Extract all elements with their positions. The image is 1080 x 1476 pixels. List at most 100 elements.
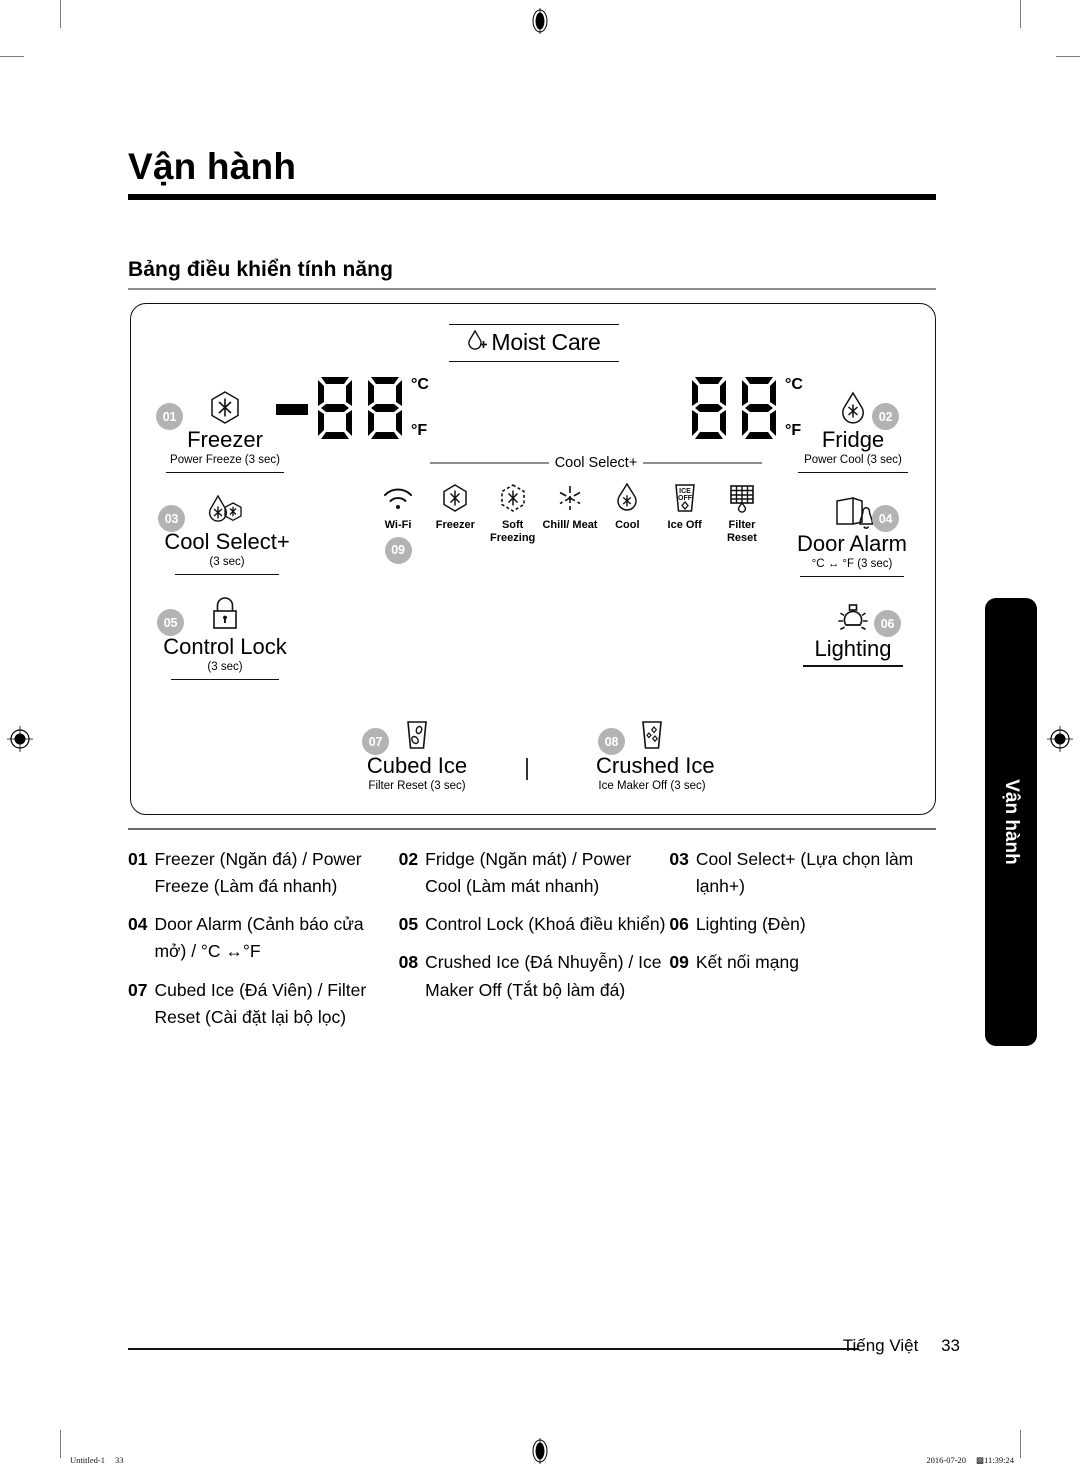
strip-rule-left — [430, 462, 549, 464]
legend-item: 09 Kết nối mạng — [669, 949, 940, 976]
cool-select-item-label: Cool — [615, 519, 640, 531]
button-underline — [800, 575, 904, 578]
seven-segment-digit — [318, 377, 352, 439]
legend-number: 09 — [669, 952, 689, 973]
slug-page: 33 — [114, 1455, 124, 1465]
legend-item: 07 Cubed Ice (Đá Viên) / Filter Reset (C… — [128, 977, 399, 1031]
panel-button-control-lock[interactable]: Control Lock (3 sec) — [162, 593, 288, 681]
panel-button-sublabel: Power Cool (3 sec) — [804, 454, 902, 467]
cool-select-item-label: Filter Reset — [726, 519, 757, 544]
legend-divider — [128, 828, 936, 830]
freezer-temperature-display: °C °F — [276, 375, 429, 441]
panel-button-sublabel: Ice Maker Off (3 sec) — [598, 780, 706, 793]
legend-text: Kết nối mạng — [695, 952, 799, 973]
moist-care-label: Moist Care — [491, 329, 601, 355]
legend-number: 02 — [398, 849, 419, 869]
legend-text: Lighting (Đèn) — [695, 914, 806, 935]
legend-list: 01 Freezer (Ngăn đá) / Power Freeze (Làm… — [128, 846, 940, 1042]
legend-item: 03 Cool Select+ (Lựa chọn làm lạnh+) — [669, 846, 940, 900]
legend-column-2: 02 Fridge (Ngăn mát) / Power Cool (Làm m… — [399, 846, 670, 1042]
title-divider — [128, 193, 936, 200]
cool-select-item-chill-meat[interactable]: Chill/ Meat — [542, 480, 598, 532]
snowflake-hexagon-icon — [427, 480, 483, 516]
section-heading: Bảng điều khiển tính năng — [128, 258, 393, 281]
footer: Tiếng Việt 33 — [843, 1336, 960, 1356]
celsius-label: °C — [411, 376, 429, 393]
badge-03: 03 — [158, 505, 185, 532]
panel-button-label: Cubed Ice — [366, 753, 468, 778]
chapter-side-tab: Vận hành — [985, 598, 1037, 1046]
print-slug-left: Untitled-1 33 — [70, 1455, 123, 1465]
legend-number: 04 — [128, 914, 148, 935]
slug-date: 2016-07-20 — [926, 1455, 967, 1465]
registration-mark-top — [527, 8, 553, 34]
droplet-plus-icon — [467, 328, 489, 357]
button-underline — [798, 471, 908, 474]
legend-number: 05 — [398, 914, 419, 935]
filter-reset-icon — [714, 480, 770, 516]
fridge-temperature-display: °C °F — [687, 375, 803, 441]
badge-07: 07 — [362, 728, 389, 755]
badge-04: 04 — [872, 505, 899, 532]
panel-button-label: Control Lock — [163, 634, 287, 659]
panel-button-label: Door Alarm — [796, 531, 908, 556]
registration-mark-bottom — [527, 1438, 553, 1464]
footer-language: Tiếng Việt — [842, 1336, 919, 1355]
legend-text: Door Alarm (Cảnh báo cửa mở) / °C ↔°F — [154, 914, 364, 962]
slug-time: 11:39:24 — [984, 1455, 1014, 1465]
chill-meat-star-icon — [542, 480, 598, 516]
panel-button-freezer[interactable]: Freezer Power Freeze (3 sec) — [160, 386, 290, 474]
legend-number: 01 — [128, 849, 148, 869]
legend-item: 05 Control Lock (Khoá điều khiển) — [399, 911, 670, 938]
badge-01: 01 — [156, 403, 183, 430]
badge-08: 08 — [598, 728, 625, 755]
strip-rule-right — [643, 462, 762, 464]
crop-mark-bottom-left — [60, 1430, 61, 1458]
legend-text: Freezer (Ngăn đá) / Power Freeze (Làm đá… — [154, 849, 362, 897]
panel-button-door-alarm[interactable]: Door Alarm °C ↔ °F (3 sec) — [790, 490, 914, 578]
legend-text: Control Lock (Khoá điều khiển) — [425, 914, 666, 935]
ice-off-glass-icon: ICE OFF — [657, 480, 713, 516]
cool-select-item-soft-freezing[interactable]: Soft Freezing — [485, 480, 541, 544]
panel-button-sublabel: Filter Reset (3 sec) — [368, 780, 466, 793]
cool-select-item-freezer[interactable]: Freezer — [427, 480, 483, 532]
freezer-unit-labels: °C °F — [411, 377, 429, 439]
cool-select-item-ice-off[interactable]: ICE OFF Ice Off — [657, 480, 713, 532]
crop-mark-top-right — [1020, 0, 1021, 28]
panel-button-label: Freezer — [187, 427, 263, 452]
svg-text:ICE: ICE — [679, 488, 691, 495]
freezer-digits — [313, 375, 407, 441]
panel-button-label: Crushed Ice — [596, 753, 715, 778]
print-slug-right: 2016-07-20 ▩11:39:24 — [926, 1455, 1014, 1466]
ice-buttons-divider — [526, 758, 528, 780]
cool-select-item-label: Ice Off — [667, 519, 702, 531]
cool-select-item-cool[interactable]: Cool — [599, 480, 655, 532]
panel-button-fridge[interactable]: Fridge Power Cool (3 sec) — [793, 386, 913, 474]
legend-number: 07 — [128, 979, 148, 1000]
cool-select-item-wifi[interactable]: Wi-Fi 09 — [370, 480, 426, 564]
badge-09: 09 — [384, 536, 412, 564]
button-underline — [175, 573, 279, 576]
legend-item: 08 Crushed Ice (Đá Nhuyễn) / Ice Maker O… — [399, 949, 670, 1003]
fahrenheit-label: °F — [411, 422, 428, 439]
panel-button-label: Fridge — [821, 427, 885, 452]
legend-column-1: 01 Freezer (Ngăn đá) / Power Freeze (Làm… — [128, 846, 399, 1042]
cool-select-item-label: Freezer — [435, 519, 475, 531]
page-title: Vận hành — [128, 146, 297, 187]
legend-number: 03 — [669, 849, 689, 869]
registration-mark-right — [1047, 726, 1073, 752]
legend-item: 06 Lighting (Đèn) — [669, 911, 940, 938]
panel-button-sublabel: (3 sec) — [207, 661, 243, 674]
legend-column-3: 03 Cool Select+ (Lựa chọn làm lạnh+) 06 … — [669, 846, 940, 1042]
page-title-block: Vận hành — [128, 146, 936, 200]
panel-button-cool-select-plus[interactable]: Cool Select+ (3 sec) — [163, 488, 291, 576]
cool-select-item-label: Soft Freezing — [490, 519, 536, 544]
legend-item: 04 Door Alarm (Cảnh báo cửa mở) / °C ↔°F — [128, 911, 399, 965]
slug-filename: Untitled-1 — [70, 1455, 105, 1465]
crop-mark-bottom-right — [1020, 1430, 1021, 1458]
cool-select-item-filter-reset[interactable]: Filter Reset — [714, 480, 770, 544]
cool-select-item-label: Chill/ Meat — [542, 519, 598, 531]
manual-page: Vận hành Bảng điều khiển tính năng Moist… — [0, 0, 1080, 1476]
slug-mark: ▩ — [976, 1455, 985, 1465]
seven-segment-digit — [692, 377, 726, 439]
